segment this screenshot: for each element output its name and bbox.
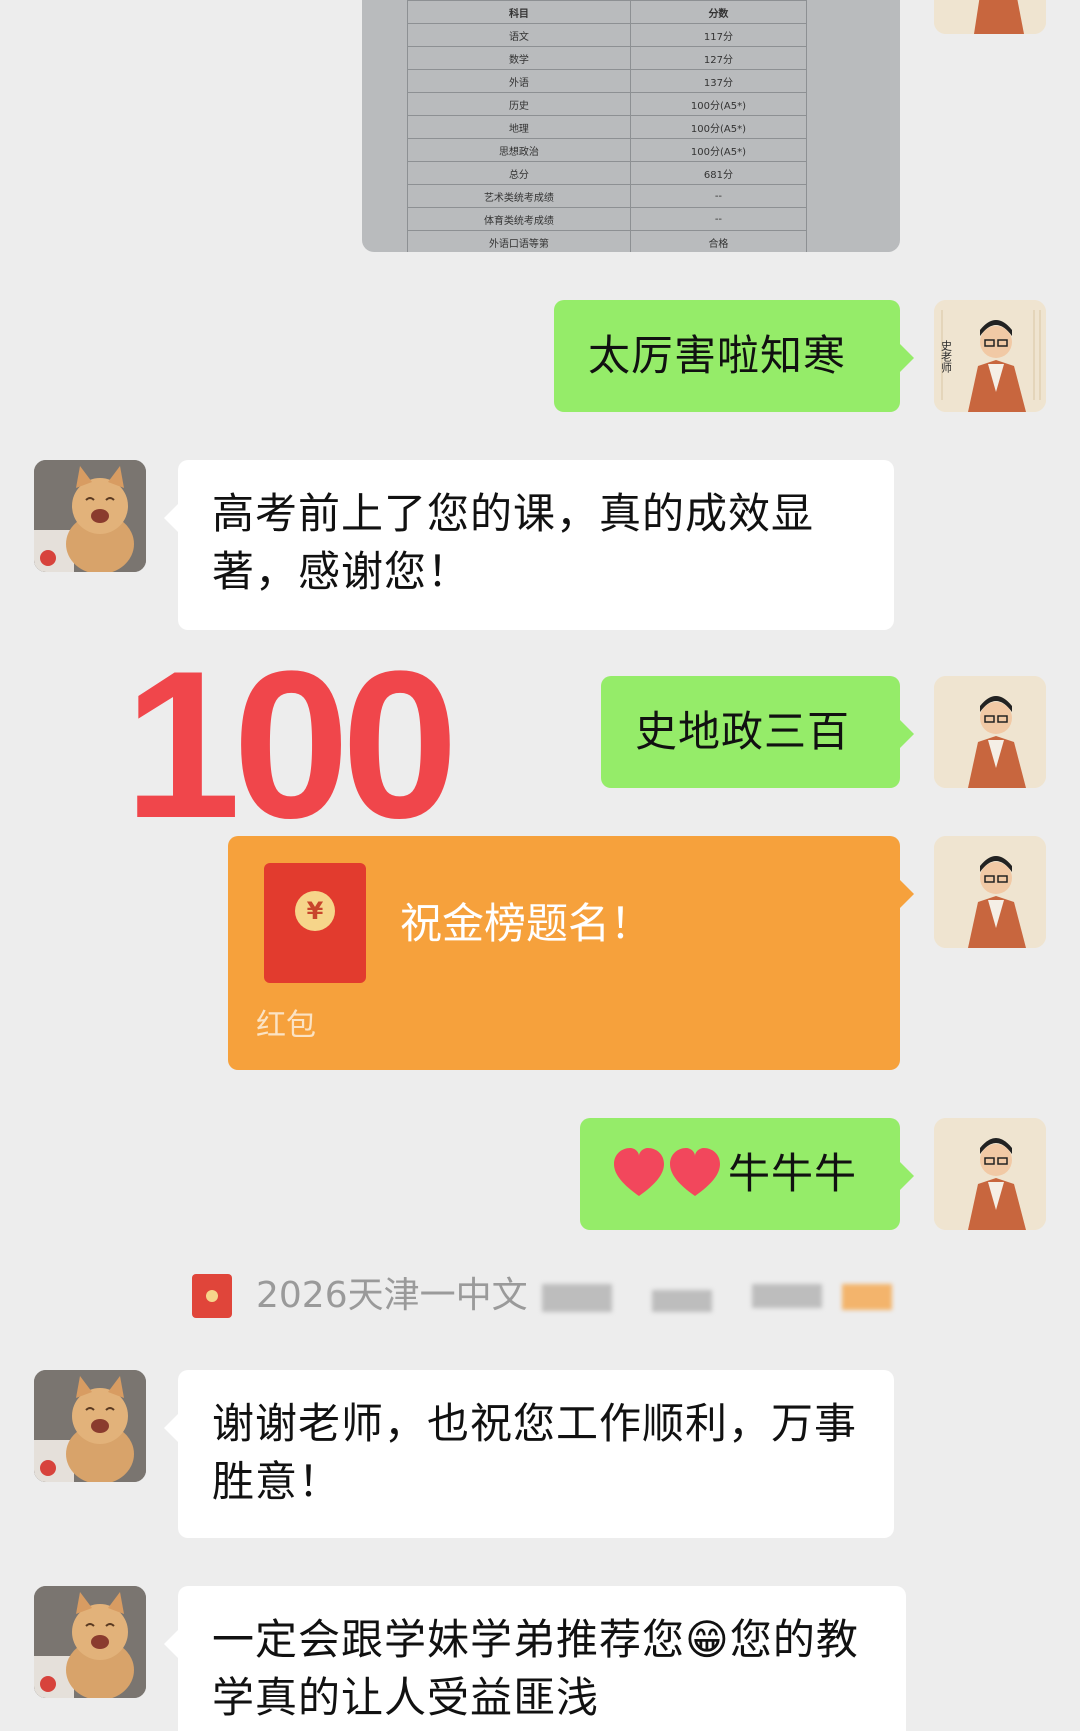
score: 117分 <box>629 23 808 47</box>
teacher-name-mark: 史老师 <box>940 340 953 373</box>
subject: 语文 <box>407 23 631 47</box>
subject: 数学 <box>407 46 631 70</box>
teacher-avatar[interactable] <box>934 1118 1046 1230</box>
score: -- <box>629 207 808 231</box>
message-bubble-sent[interactable]: 牛牛牛 <box>580 1118 914 1230</box>
score-table: 科目 分数 语文 117分 数学 127分 外语 137分 历史 100分(A5*) 地理… <box>407 0 808 252</box>
red-packet-label: 红包 <box>256 1008 316 1043</box>
message-bubble-received[interactable]: 谢谢老师，也祝您工作顺利，万事胜意！ <box>164 1370 894 1538</box>
red-packet-small-icon <box>192 1274 232 1318</box>
message-text-part: 一定会跟学妹学弟推荐您 <box>212 1615 686 1664</box>
student-avatar[interactable] <box>34 1370 146 1482</box>
red-packet-greeting: 祝金榜题名！ <box>400 899 653 948</box>
grin-emoji-icon: 😁 <box>685 1615 730 1664</box>
message-bubble-sent[interactable]: 太厉害啦知寒 <box>554 300 914 412</box>
score-sheet-image[interactable]: 科目 分数 语文 117分 数学 127分 外语 137分 历史 100分(A5*) 地理… <box>362 0 900 252</box>
header-score: 分数 <box>629 0 808 24</box>
score: 137分 <box>629 69 808 93</box>
message-bubble-received[interactable]: 高考前上了您的课，真的成效显著，感谢您！ <box>164 460 894 630</box>
message-bubble-received[interactable]: 一定会跟学妹学弟推荐您😁您的教学真的让人受益匪浅 <box>164 1586 906 1731</box>
teacher-avatar-icon <box>934 676 1046 788</box>
blurred-text <box>542 1284 612 1312</box>
subject: 地理 <box>407 115 631 139</box>
score: 100分(A5*) <box>629 138 808 162</box>
red-envelope-icon: ¥ <box>264 863 366 983</box>
subject: 历史 <box>407 92 631 116</box>
score: 100分(A5*) <box>629 115 808 139</box>
cat-avatar-icon <box>34 460 146 572</box>
cat-avatar-icon <box>34 1586 146 1698</box>
teacher-avatar-icon <box>934 836 1046 948</box>
message-text: 谢谢老师，也祝您工作顺利，万事胜意！ <box>212 1399 858 1506</box>
teacher-avatar[interactable]: 史老师 <box>934 300 1046 412</box>
score: 681分 <box>629 161 808 185</box>
red-packet-notice: 2026天津一中文 <box>192 1270 902 1320</box>
coin-icon: ¥ <box>295 891 335 931</box>
hearts-icon <box>614 1148 720 1196</box>
subject: 体育类统考成绩 <box>407 207 631 231</box>
teacher-avatar[interactable] <box>934 676 1046 788</box>
message-text: 史地政三百 <box>635 707 851 756</box>
blurred-text <box>842 1284 892 1310</box>
header-subject: 科目 <box>407 0 631 24</box>
heart-icon <box>670 1148 720 1196</box>
subject: 艺术类统考成绩 <box>407 184 631 208</box>
message-text: 牛牛牛 <box>728 1149 858 1198</box>
message-bubble-sent[interactable]: 史地政三百 <box>601 676 914 788</box>
message-text: 高考前上了您的课，真的成效显著，感谢您！ <box>212 489 815 596</box>
score: 合格 <box>629 230 808 252</box>
message-text: 一定会跟学妹学弟推荐您😁您的教学真的让人受益匪浅 <box>212 1611 892 1727</box>
message-text: 太厉害啦知寒 <box>588 331 847 380</box>
notice-text: 2026天津一中文 <box>256 1275 528 1316</box>
score: -- <box>629 184 808 208</box>
teacher-avatar-icon: 史老师 <box>934 300 1046 412</box>
heart-icon <box>614 1148 664 1196</box>
subject: 总分 <box>407 161 631 185</box>
student-avatar[interactable] <box>34 460 146 572</box>
blurred-text <box>652 1290 712 1312</box>
score-100-sticker: 100 <box>124 627 458 862</box>
subject: 外语口语等第 <box>407 230 631 252</box>
subject: 思想政治 <box>407 138 631 162</box>
cat-avatar-icon <box>34 1370 146 1482</box>
student-avatar[interactable] <box>34 1586 146 1698</box>
teacher-avatar[interactable] <box>934 0 1046 34</box>
subject: 外语 <box>407 69 631 93</box>
blurred-text <box>752 1284 822 1308</box>
teacher-avatar-icon <box>934 0 1046 34</box>
teacher-avatar-icon <box>934 1118 1046 1230</box>
red-packet-bubble[interactable]: ¥ 祝金榜题名！ 红包 <box>228 836 914 1070</box>
score: 127分 <box>629 46 808 70</box>
teacher-avatar[interactable] <box>934 836 1046 948</box>
score: 100分(A5*) <box>629 92 808 116</box>
